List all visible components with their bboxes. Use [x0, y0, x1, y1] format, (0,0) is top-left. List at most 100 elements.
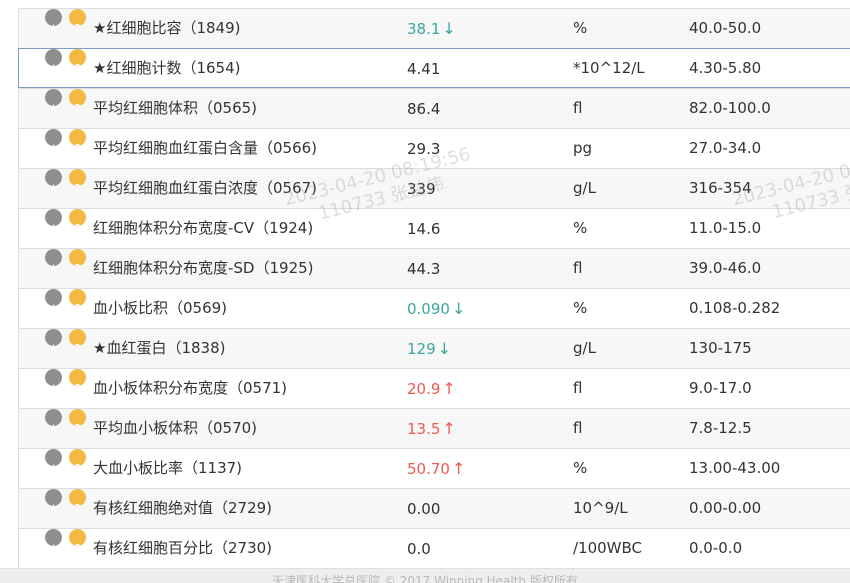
star-icon[interactable]: ★: [45, 289, 62, 314]
result-value: 0.090 ↓: [407, 299, 466, 318]
question-icon[interactable]: ?: [69, 489, 86, 515]
test-name: 平均红细胞血红蛋白浓度（0567): [93, 179, 318, 197]
test-name: 血小板体积分布宽度（0571): [93, 379, 288, 397]
unit: 10^9/L: [573, 499, 628, 517]
table-row[interactable]: ★ ? 平均红细胞血红蛋白浓度（0567) 339 g/L 316-354: [19, 168, 850, 208]
question-icon[interactable]: ?: [69, 9, 86, 35]
star-icon[interactable]: ★: [45, 409, 62, 434]
question-icon[interactable]: ?: [69, 209, 86, 235]
table-row[interactable]: ★ ? 血小板比积（0569) 0.090 ↓ % 0.108-0.282: [19, 288, 850, 328]
result-value: 0.0: [407, 540, 431, 558]
result-value: 339: [407, 180, 436, 198]
star-icon[interactable]: ★: [45, 129, 62, 154]
unit: %: [573, 219, 588, 237]
star-icon[interactable]: ★: [45, 529, 62, 554]
unit: fl: [573, 259, 583, 277]
reference-range: 130-175: [689, 339, 752, 357]
table-row[interactable]: ★ ? 有核红细胞百分比（2730) 0.0 /100WBC 0.0-0.0: [19, 528, 850, 568]
reference-range: 0.0-0.0: [689, 539, 743, 557]
result-value: 44.3: [407, 260, 441, 278]
table-row[interactable]: ★ ? ★红细胞计数（1654) 4.41 *10^12/L 4.30-5.80: [18, 48, 850, 88]
star-icon[interactable]: ★: [45, 449, 62, 474]
star-icon[interactable]: ★: [45, 89, 62, 114]
arrow-down-icon: ↓: [451, 299, 466, 318]
question-icon[interactable]: ?: [69, 249, 86, 275]
table-row[interactable]: ★ ? 平均血小板体积（0570) 13.5 ↑ fl 7.8-12.5: [19, 408, 850, 448]
test-name: ★红细胞比容（1849): [93, 19, 241, 37]
reference-range: 7.8-12.5: [689, 419, 752, 437]
test-name: ★血红蛋白（1838): [93, 339, 226, 357]
question-icon[interactable]: ?: [69, 129, 86, 155]
table-row[interactable]: ★ ? 血小板体积分布宽度（0571) 20.9 ↑ fl 9.0-17.0: [19, 368, 850, 408]
reference-range: 27.0-34.0: [689, 139, 762, 157]
reference-range: 11.0-15.0: [689, 219, 762, 237]
question-icon[interactable]: ?: [69, 289, 86, 315]
reference-range: 0.00-0.00: [689, 499, 762, 517]
arrow-down-icon: ↓: [442, 19, 456, 38]
question-icon[interactable]: ?: [69, 49, 86, 75]
question-icon[interactable]: ?: [69, 449, 86, 475]
star-icon[interactable]: ★: [45, 169, 62, 194]
unit: fl: [573, 419, 583, 437]
result-value: 129 ↓: [407, 339, 452, 358]
star-icon[interactable]: ★: [45, 489, 62, 514]
reference-range: 40.0-50.0: [689, 19, 762, 37]
table-row[interactable]: ★ ? 有核红细胞绝对值（2729) 0.00 10^9/L 0.00-0.00: [19, 488, 850, 528]
result-value: 86.4: [407, 100, 441, 118]
reference-range: 39.0-46.0: [689, 259, 762, 277]
test-name: 平均红细胞体积（0565): [93, 99, 258, 117]
table-row[interactable]: ★ ? ★血红蛋白（1838) 129 ↓ g/L 130-175: [19, 328, 850, 368]
unit: g/L: [573, 339, 596, 357]
question-icon[interactable]: ?: [69, 89, 86, 115]
test-name: 有核红细胞百分比（2730): [93, 539, 273, 557]
test-name: 红细胞体积分布宽度-SD（1925): [93, 259, 314, 277]
star-icon[interactable]: ★: [45, 49, 62, 74]
test-name: ★红细胞计数（1654): [93, 59, 241, 77]
table-row[interactable]: ★ ? 红细胞体积分布宽度-SD（1925) 44.3 fl 39.0-46.0: [19, 248, 850, 288]
test-name: 血小板比积（0569): [93, 299, 228, 317]
reference-range: 82.0-100.0: [689, 99, 771, 117]
question-icon[interactable]: ?: [69, 169, 86, 195]
test-name: 红细胞体积分布宽度-CV（1924): [93, 219, 314, 237]
table-row[interactable]: ★ ? 红细胞体积分布宽度-CV（1924) 14.6 % 11.0-15.0: [19, 208, 850, 248]
table-row[interactable]: ★ ? 大血小板比率（1137) 50.70 ↑ % 13.00-43.00: [19, 448, 850, 488]
result-value: 38.1 ↓: [407, 19, 456, 38]
test-name: 有核红细胞绝对值（2729): [93, 499, 273, 517]
star-icon[interactable]: ★: [45, 209, 62, 234]
question-icon[interactable]: ?: [69, 529, 86, 555]
unit: %: [573, 459, 588, 477]
star-icon[interactable]: ★: [45, 369, 62, 394]
arrow-up-icon: ↑: [442, 419, 456, 438]
question-icon[interactable]: ?: [69, 369, 86, 395]
table-row[interactable]: ★ ? 平均红细胞体积（0565) 86.4 fl 82.0-100.0: [19, 88, 850, 128]
result-value: 0.00: [407, 500, 441, 518]
result-value: 20.9 ↑: [407, 379, 456, 398]
reference-range: 0.108-0.282: [689, 299, 781, 317]
unit: %: [573, 299, 588, 317]
star-icon[interactable]: ★: [45, 9, 62, 34]
table-row[interactable]: ★ ? 平均红细胞血红蛋白含量（0566) 29.3 pg 27.0-34.0: [19, 128, 850, 168]
star-icon[interactable]: ★: [45, 329, 62, 354]
star-icon[interactable]: ★: [45, 249, 62, 274]
result-value: 13.5 ↑: [407, 419, 456, 438]
unit: pg: [573, 139, 593, 157]
unit: *10^12/L: [573, 59, 645, 77]
lab-results-table: ★ ? ★红细胞比容（1849) 38.1 ↓ % 40.0-50.0 ★ ? ★…: [18, 8, 850, 568]
footer: 天津医科大学总医院 © 2017 Winning Health 版权所有: [0, 568, 850, 583]
question-icon[interactable]: ?: [69, 329, 86, 355]
unit: /100WBC: [573, 539, 643, 557]
result-value: 14.6: [407, 220, 441, 238]
question-icon[interactable]: ?: [69, 409, 86, 435]
reference-range: 4.30-5.80: [689, 59, 762, 77]
arrow-up-icon: ↑: [451, 459, 466, 478]
table-row[interactable]: ★ ? ★红细胞比容（1849) 38.1 ↓ % 40.0-50.0: [19, 8, 850, 48]
result-value: 4.41: [407, 60, 441, 78]
test-name: 平均血小板体积（0570): [93, 419, 258, 437]
arrow-up-icon: ↑: [442, 379, 456, 398]
unit: fl: [573, 99, 583, 117]
reference-range: 9.0-17.0: [689, 379, 752, 397]
reference-range: 316-354: [689, 179, 752, 197]
unit: %: [573, 19, 588, 37]
test-name: 平均红细胞血红蛋白含量（0566): [93, 139, 318, 157]
result-value: 50.70 ↑: [407, 459, 466, 478]
